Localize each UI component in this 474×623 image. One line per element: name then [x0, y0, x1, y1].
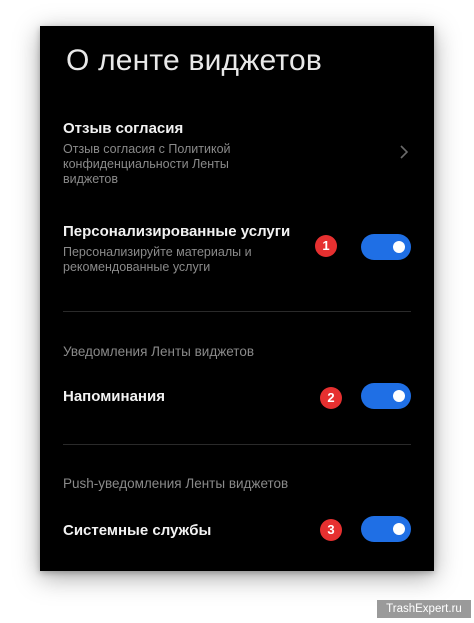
- toggle-knob: [393, 523, 405, 535]
- watermark: TrashExpert.ru: [377, 600, 471, 618]
- push-section-header: Push-уведомления Ленты виджетов: [63, 476, 289, 491]
- consent-withdrawal-title: Отзыв согласия: [63, 120, 184, 137]
- annotation-badge-1: 1: [315, 235, 337, 257]
- toggle-knob: [393, 390, 405, 402]
- settings-screen: О ленте виджетов Отзыв согласия Отзыв со…: [40, 26, 434, 571]
- personalized-services-title: Персонализированные услуги: [63, 223, 291, 240]
- consent-withdrawal-subtitle: Отзыв согласия с Политикой конфиденциаль…: [63, 142, 231, 186]
- toggle-knob: [393, 241, 405, 253]
- annotation-badge-2: 2: [320, 387, 342, 409]
- personalized-services-toggle[interactable]: [361, 234, 411, 260]
- page-title: О ленте виджетов: [66, 44, 323, 77]
- divider: [63, 444, 411, 445]
- chevron-right-icon[interactable]: [398, 144, 410, 160]
- annotation-badge-3: 3: [320, 519, 342, 541]
- divider: [63, 311, 411, 312]
- reminders-toggle[interactable]: [361, 383, 411, 409]
- consent-withdrawal-item[interactable]: Отзыв согласия Отзыв согласия с Политико…: [63, 120, 413, 187]
- personalized-services-subtitle: Персонализируйте материалы и рекомендова…: [63, 245, 252, 274]
- notifications-section-header: Уведомления Ленты виджетов: [63, 344, 255, 359]
- system-services-toggle[interactable]: [361, 516, 411, 542]
- page: О ленте виджетов Отзыв согласия Отзыв со…: [0, 0, 474, 623]
